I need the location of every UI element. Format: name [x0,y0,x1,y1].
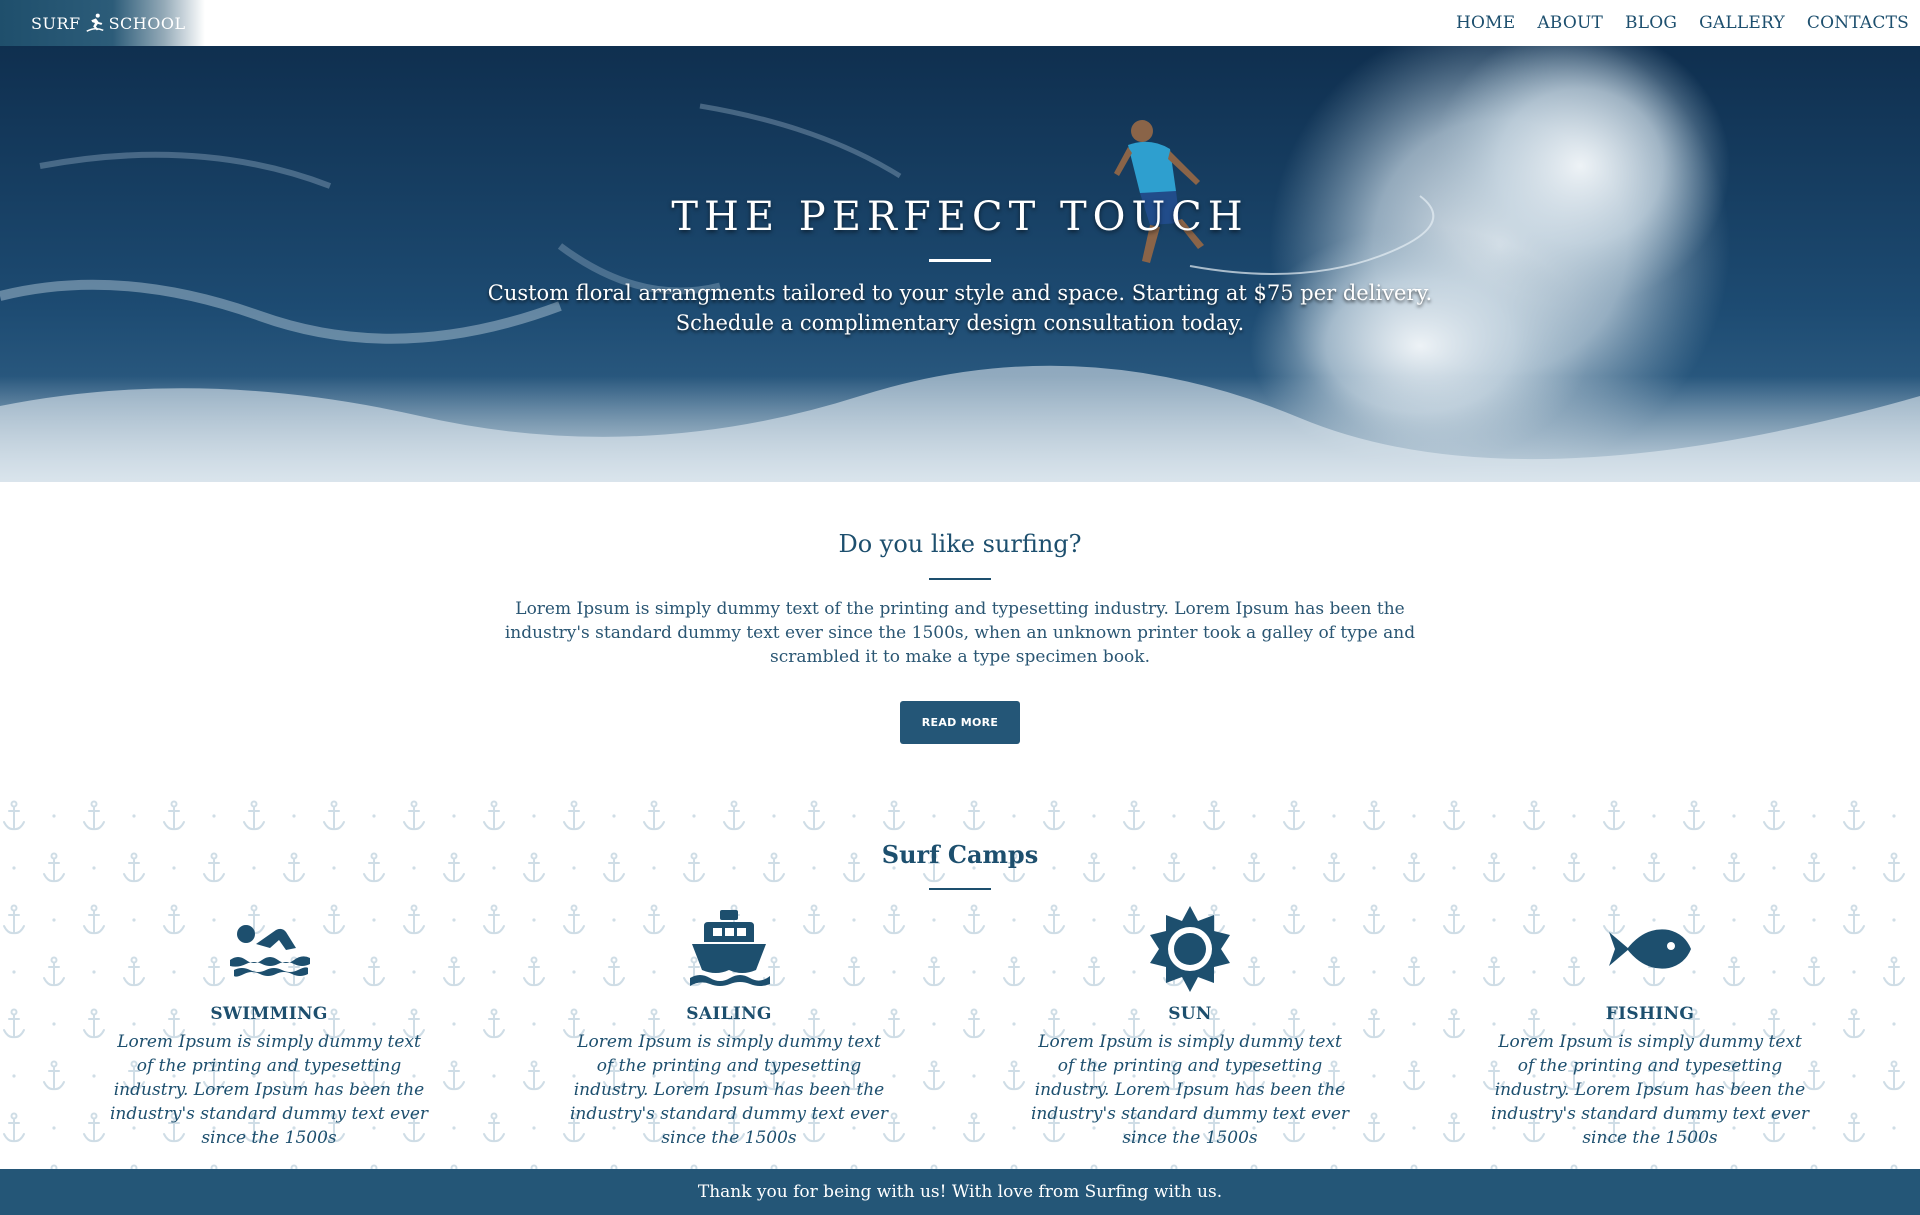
fish-icon [1609,929,1691,969]
ship-icon [690,910,770,986]
swimmer-icon [230,925,310,977]
surfer-icon [85,13,104,32]
hero-subtitle-line1: Custom floral arrangments tailored to yo… [487,281,1433,305]
footer-text: Thank you for being with us! With love f… [697,1182,1223,1202]
hero-subtitle-line2: Schedule a complimentary design consulta… [675,311,1245,335]
surf-camps-section: Surf Camps SWIMMING Lorem Ipsum is simpl… [0,792,1920,1169]
nav-about[interactable]: ABOUT [1537,13,1603,33]
camp-card-swimming: SWIMMING Lorem Ipsum is simply dummy tex… [109,904,429,1150]
hero-subtitle: Custom floral arrangments tailored to yo… [460,278,1460,338]
sun-icon [1150,906,1230,992]
nav-home[interactable]: HOME [1456,13,1515,33]
camp-title-swimming: SWIMMING [210,1004,328,1024]
intro-heading: Do you like surfing? [838,530,1082,558]
hero-banner: THE PERFECT TOUCH Custom floral arrangme… [0,46,1920,482]
camp-text-sun: Lorem Ipsum is simply dummy text of the … [1030,1032,1350,1148]
logo-text-surf: SURF [31,13,81,33]
site-logo[interactable]: SURF SCHOOL [0,0,205,46]
camps-divider [929,888,991,890]
nav-gallery[interactable]: GALLERY [1699,13,1785,33]
camp-title-fishing: FISHING [1605,1004,1695,1024]
logo-text-school: SCHOOL [108,13,186,33]
intro-section: Do you like surfing? Lorem Ipsum is simp… [0,482,1920,792]
camp-text-fishing: Lorem Ipsum is simply dummy text of the … [1490,1032,1810,1148]
main-menu: HOME ABOUT BLOG GALLERY CONTACTS [1434,0,1920,46]
read-more-button[interactable]: READ MORE [900,701,1020,744]
camp-text-sailing: Lorem Ipsum is simply dummy text of the … [569,1032,889,1148]
intro-divider [929,578,991,580]
site-footer: Thank you for being with us! With love f… [0,1169,1920,1215]
camp-card-sun: SUN Lorem Ipsum is simply dummy text of … [1030,904,1350,1150]
hero-divider [929,259,991,262]
top-navbar: SURF SCHOOL HOME ABOUT BLOG GALLERY CONT… [0,0,1920,46]
nav-blog[interactable]: BLOG [1625,13,1677,33]
nav-contacts[interactable]: CONTACTS [1807,13,1909,33]
camp-title-sailing: SAILING [686,1004,772,1024]
camp-text-swimming: Lorem Ipsum is simply dummy text of the … [109,1032,429,1148]
camp-card-fishing: FISHING Lorem Ipsum is simply dummy text… [1490,904,1810,1150]
camps-heading: Surf Camps [881,840,1039,869]
camp-title-sun: SUN [1168,1004,1212,1024]
hero-title: THE PERFECT TOUCH [671,194,1249,240]
camp-card-sailing: SAILING Lorem Ipsum is simply dummy text… [569,904,889,1150]
intro-text: Lorem Ipsum is simply dummy text of the … [504,599,1416,667]
